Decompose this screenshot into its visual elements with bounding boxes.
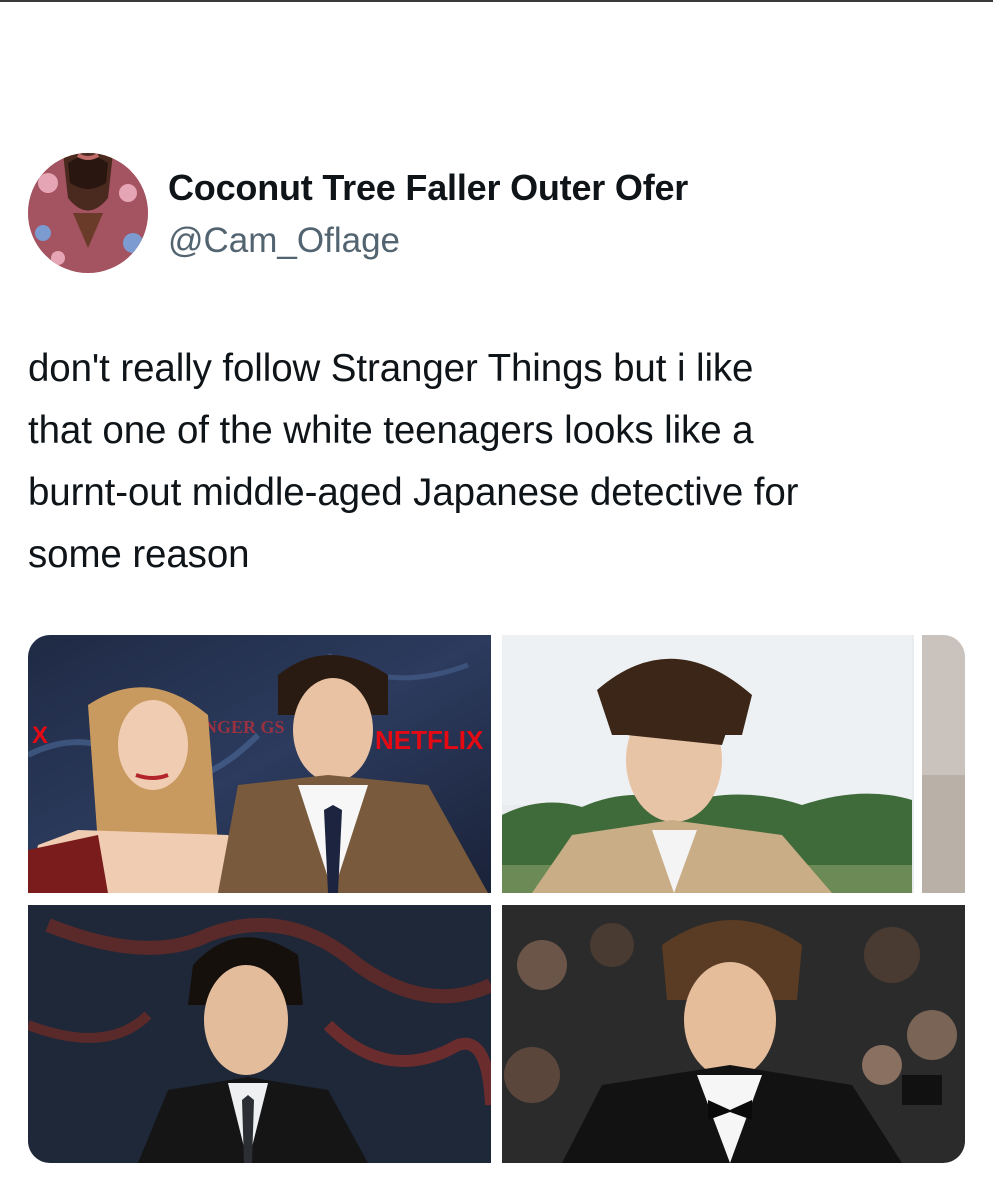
author-avatar[interactable]	[28, 153, 148, 273]
photo-outdoor-portrait	[502, 635, 965, 893]
author-display-name[interactable]: Coconut Tree Faller Outer Ofer	[168, 167, 688, 209]
author-handle[interactable]: @Cam_Oflage	[168, 221, 400, 261]
photo-crowd-portrait	[502, 905, 965, 1163]
backdrop-stranger-text: NGER GS	[204, 717, 285, 737]
top-divider	[0, 0, 993, 2]
tweet-text-line: burnt-out middle-aged Japanese detective…	[28, 471, 799, 514]
tweet-text-line: that one of the white teenagers looks li…	[28, 409, 754, 452]
media-photo-4[interactable]	[502, 905, 965, 1163]
media-photo-1[interactable]: X NGER GS NETFLIX	[28, 635, 491, 893]
backdrop-logo-fragment: X	[32, 722, 48, 749]
photo-dark-portrait	[28, 905, 491, 1163]
avatar-icon	[28, 153, 148, 273]
tweet-text: don't really follow Stranger Things but …	[28, 338, 973, 586]
media-grid: X NGER GS NETFLIX	[28, 635, 965, 1163]
netflix-logo: NETFLIX	[375, 725, 484, 755]
tweet-text-line: don't really follow Stranger Things but …	[28, 347, 754, 390]
media-photo-3[interactable]	[28, 905, 491, 1163]
photo-red-carpet: X NGER GS NETFLIX	[28, 635, 491, 893]
media-photo-2[interactable]	[502, 635, 965, 893]
tweet-text-line: some reason	[28, 533, 250, 576]
tweet-header: Coconut Tree Faller Outer Ofer @Cam_Ofla…	[28, 153, 968, 275]
